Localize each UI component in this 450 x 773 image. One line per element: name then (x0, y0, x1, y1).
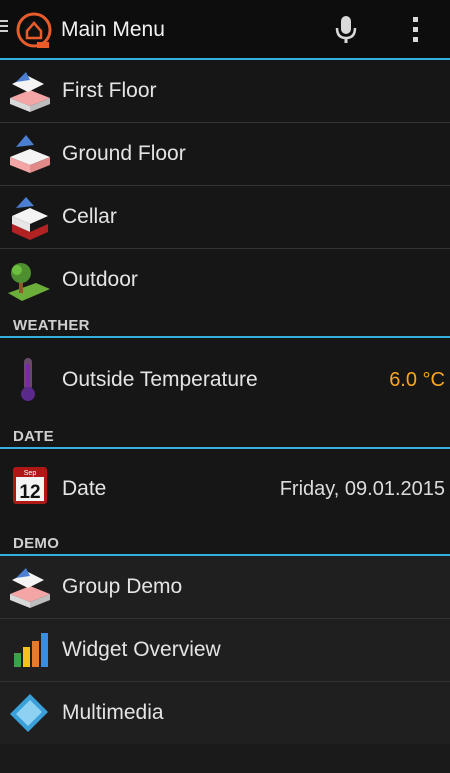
item-label: Widget Overview (62, 638, 221, 661)
list-item-widget-overview[interactable]: Widget Overview (0, 619, 450, 682)
overflow-menu-icon[interactable] (405, 14, 427, 46)
list-item-outdoor[interactable]: Outdoor (0, 249, 450, 311)
item-label: Cellar (62, 205, 117, 228)
calendar-icon: Sep 12 (12, 465, 48, 505)
page-title: Main Menu (61, 18, 165, 41)
tree-icon (8, 263, 50, 301)
item-label: Outdoor (62, 268, 138, 291)
list-item-date[interactable]: Sep 12 Date Friday, 09.01.2015 (0, 449, 450, 529)
calendar-day: 12 (19, 482, 40, 503)
house-floor-icon (10, 72, 50, 112)
list-item-outside-temperature[interactable]: Outside Temperature 6.0 °C (0, 338, 450, 422)
bar-chart-icon (14, 633, 48, 667)
section-header-demo: DEMO (0, 529, 450, 554)
calendar-month: Sep (24, 470, 37, 477)
section-header-date: DATE (0, 422, 450, 447)
list-item-multimedia[interactable]: Multimedia (0, 682, 450, 744)
film-icon (10, 694, 48, 732)
item-label: Date (62, 477, 107, 500)
drawer-indicator-icon[interactable] (0, 20, 8, 35)
house-cellar-icon (12, 197, 48, 240)
list-item-first-floor[interactable]: First Floor (0, 60, 450, 123)
item-label: First Floor (62, 79, 157, 102)
house-floor-icon (10, 135, 50, 173)
microphone-icon[interactable] (332, 14, 360, 46)
house-floor-icon (10, 568, 50, 608)
action-bar: Main Menu (0, 0, 450, 58)
list-item-group-demo[interactable]: Group Demo (0, 556, 450, 619)
thermometer-icon (21, 358, 35, 401)
list-item-cellar[interactable]: Cellar (0, 186, 450, 249)
section-header-weather: WEATHER (0, 311, 450, 336)
list-item-ground-floor[interactable]: Ground Floor (0, 123, 450, 186)
date-value: Friday, 09.01.2015 (279, 477, 445, 500)
item-label: Outside Temperature (62, 368, 258, 391)
item-label: Group Demo (62, 575, 183, 598)
item-label: Ground Floor (62, 142, 186, 165)
item-label: Multimedia (62, 701, 164, 724)
temperature-value: 6.0 °C (389, 368, 445, 391)
openhab-logo-icon[interactable] (15, 11, 53, 49)
